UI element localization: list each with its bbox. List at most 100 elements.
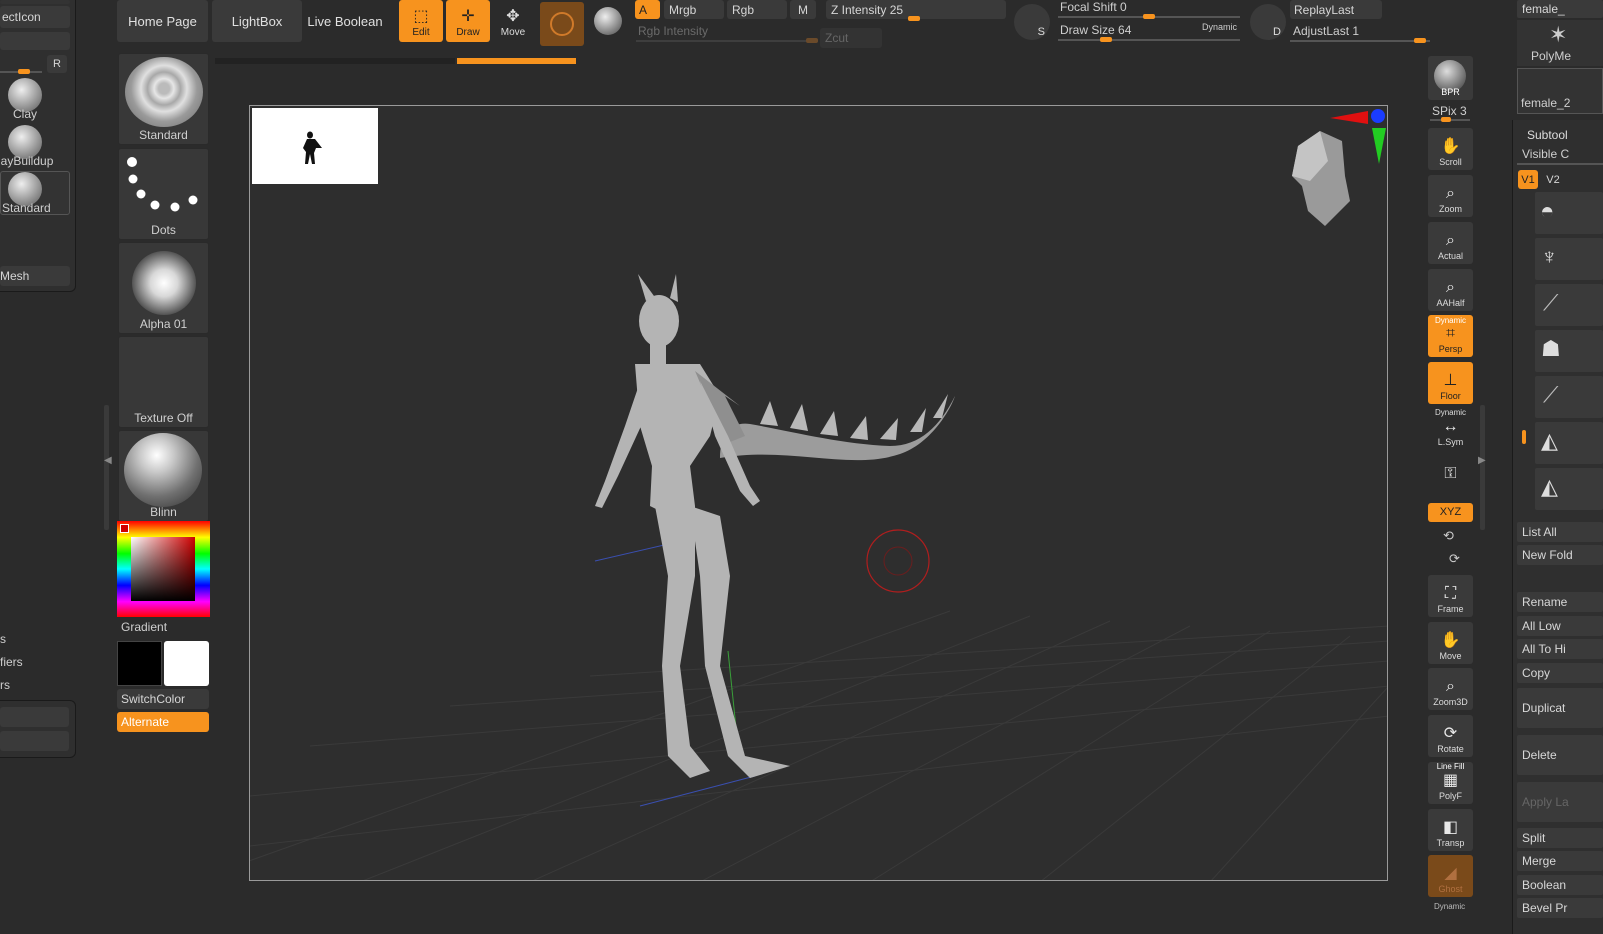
- menu-fragment-1[interactable]: s: [0, 632, 6, 646]
- texture-selector[interactable]: Texture Off: [118, 336, 209, 428]
- collapse-right-icon[interactable]: ▶: [1478, 455, 1486, 466]
- lsym-button[interactable]: Dynamic ↔ L.Sym: [1428, 408, 1473, 450]
- secondary-color-swatch[interactable]: [117, 641, 162, 686]
- navigator-thumbnail[interactable]: [252, 108, 378, 184]
- draw-size-knob[interactable]: [1100, 37, 1112, 42]
- rotate-y-icon[interactable]: ⟲: [1443, 528, 1454, 544]
- copy-button[interactable]: Copy: [1517, 663, 1603, 683]
- merge-button[interactable]: Merge: [1517, 851, 1603, 871]
- move-view-button[interactable]: ✋ Move: [1428, 622, 1473, 664]
- a-toggle[interactable]: A: [635, 0, 660, 19]
- floor-button[interactable]: ⊥ Floor: [1428, 362, 1473, 404]
- document-canvas[interactable]: [249, 105, 1388, 881]
- polyf-button[interactable]: Line Fill ▦ PolyF: [1428, 762, 1473, 804]
- draw-size-track[interactable]: [1058, 39, 1240, 41]
- all-to-high-button[interactable]: All To Hi: [1517, 639, 1603, 659]
- focal-shift-slider[interactable]: Focal Shift 0: [1060, 0, 1127, 14]
- primary-color-swatch[interactable]: [164, 641, 209, 686]
- bevel-pro-button[interactable]: Bevel Pr: [1517, 898, 1603, 918]
- spix-slider[interactable]: SPix 3: [1432, 104, 1467, 118]
- zoom-button[interactable]: ⌕ Zoom: [1428, 175, 1473, 217]
- actual-button[interactable]: ⌕ Actual: [1428, 222, 1473, 264]
- female2-thumb[interactable]: female_2: [1517, 68, 1603, 114]
- subtool-item[interactable]: ◭: [1535, 422, 1603, 464]
- mrgb-button[interactable]: Mrgb: [664, 0, 724, 19]
- rgb-button[interactable]: Rgb: [727, 0, 787, 19]
- bpr-button[interactable]: BPR: [1428, 56, 1473, 100]
- tray-slider-knob[interactable]: [18, 69, 30, 74]
- right-tray-divider[interactable]: [1480, 405, 1485, 530]
- r-button[interactable]: R: [47, 55, 67, 73]
- menu-fragment-2[interactable]: fiers: [0, 655, 23, 669]
- s-mode-icon[interactable]: S: [1014, 4, 1050, 40]
- all-low-button[interactable]: All Low: [1517, 616, 1603, 636]
- draw-button[interactable]: ✛ Draw: [446, 0, 490, 42]
- subtool-item[interactable]: ♆: [1535, 238, 1603, 280]
- duplicate-button[interactable]: Duplicat: [1517, 688, 1603, 728]
- frame-button[interactable]: ⛶ Frame: [1428, 575, 1473, 617]
- ghost-button[interactable]: ◢ Ghost: [1428, 855, 1473, 897]
- persp-button[interactable]: Dynamic ⌗ Persp: [1428, 315, 1473, 357]
- split-button[interactable]: Split: [1517, 828, 1603, 848]
- rename-button[interactable]: Rename: [1517, 592, 1603, 612]
- subtool-list[interactable]: ◓ ♆ ⟋ ☗ ⟋ ◭ ◭: [1535, 192, 1603, 522]
- gradient-label[interactable]: Gradient: [121, 620, 167, 634]
- alpha-selector[interactable]: Alpha 01: [118, 242, 209, 334]
- m-button[interactable]: M: [790, 0, 816, 19]
- color-picker-square[interactable]: [131, 537, 195, 601]
- subtool-item[interactable]: ◭: [1535, 468, 1603, 510]
- collapse-left-icon[interactable]: ◀: [104, 455, 112, 466]
- lock-button[interactable]: ⚿: [1428, 457, 1473, 495]
- subtool-title[interactable]: Subtool: [1527, 128, 1568, 142]
- tray-lower-button-2[interactable]: [0, 731, 69, 751]
- color-picker[interactable]: [117, 521, 210, 617]
- rotate-view-button[interactable]: ⟳ Rotate: [1428, 715, 1473, 757]
- rgb-intensity-knob[interactable]: [806, 38, 818, 43]
- focal-shift-knob[interactable]: [1143, 14, 1155, 19]
- subtool-item[interactable]: ☗: [1535, 330, 1603, 372]
- polymesh-thumb[interactable]: ✶ PolyMe: [1517, 20, 1603, 66]
- mesh-button[interactable]: Mesh: [0, 266, 70, 286]
- live-boolean-button[interactable]: Live Boolean: [305, 0, 385, 42]
- delete-button[interactable]: Delete: [1517, 735, 1603, 775]
- material-selector[interactable]: Blinn: [118, 430, 209, 522]
- edit-button[interactable]: ⬚ Edit: [399, 0, 443, 42]
- adjust-last-knob[interactable]: [1414, 38, 1426, 43]
- v1-button[interactable]: V1: [1518, 170, 1538, 189]
- scale-button[interactable]: [540, 2, 584, 46]
- left-tray-divider[interactable]: [104, 405, 109, 530]
- aahalf-button[interactable]: ⌕ AAHalf: [1428, 269, 1473, 311]
- zoom3d-button[interactable]: ⌕ Zoom3D: [1428, 668, 1473, 710]
- orientation-gizmo[interactable]: [1280, 106, 1388, 236]
- rotate-z-icon[interactable]: ⟳: [1449, 551, 1460, 567]
- adjust-last-track[interactable]: [1290, 40, 1430, 42]
- menu-fragment-3[interactable]: rs: [0, 678, 10, 692]
- spix-knob[interactable]: [1441, 117, 1451, 122]
- replay-last-button[interactable]: ReplayLast: [1290, 0, 1382, 19]
- rotate-mode-button[interactable]: [591, 4, 625, 38]
- rgb-intensity-track[interactable]: [636, 40, 818, 42]
- subtool-item[interactable]: ⟋: [1535, 376, 1603, 418]
- apply-layers-button[interactable]: Apply La: [1517, 782, 1603, 822]
- switch-color-button[interactable]: SwitchColor: [117, 689, 209, 709]
- stroke-selector[interactable]: Dots: [118, 148, 209, 240]
- dynamic-toggle[interactable]: Dynamic: [1202, 22, 1237, 32]
- move-button[interactable]: ✥ Move: [491, 0, 535, 42]
- adjust-last-slider[interactable]: AdjustLast 1: [1293, 24, 1359, 38]
- alternate-button[interactable]: Alternate: [117, 712, 209, 732]
- select-icon-button[interactable]: ectIcon: [0, 6, 70, 28]
- rgb-intensity-label[interactable]: Rgb Intensity: [638, 24, 708, 38]
- tray-empty-button[interactable]: [0, 32, 70, 50]
- subtool-item[interactable]: ⟋: [1535, 284, 1603, 326]
- scroll-button[interactable]: ✋ Scroll: [1428, 128, 1473, 170]
- current-tool-name[interactable]: female_: [1517, 0, 1603, 18]
- new-folder-button[interactable]: New Fold: [1517, 545, 1603, 565]
- list-all-button[interactable]: List All: [1517, 522, 1603, 542]
- tray-lower-button-1[interactable]: [0, 707, 69, 727]
- brush-selector[interactable]: Standard: [118, 53, 209, 145]
- visible-count-track[interactable]: [1517, 163, 1603, 165]
- xyz-button[interactable]: XYZ: [1428, 503, 1473, 522]
- z-intensity-knob[interactable]: [908, 16, 920, 21]
- v2-button[interactable]: V2: [1542, 170, 1564, 189]
- transp-button[interactable]: ◧ Transp: [1428, 809, 1473, 851]
